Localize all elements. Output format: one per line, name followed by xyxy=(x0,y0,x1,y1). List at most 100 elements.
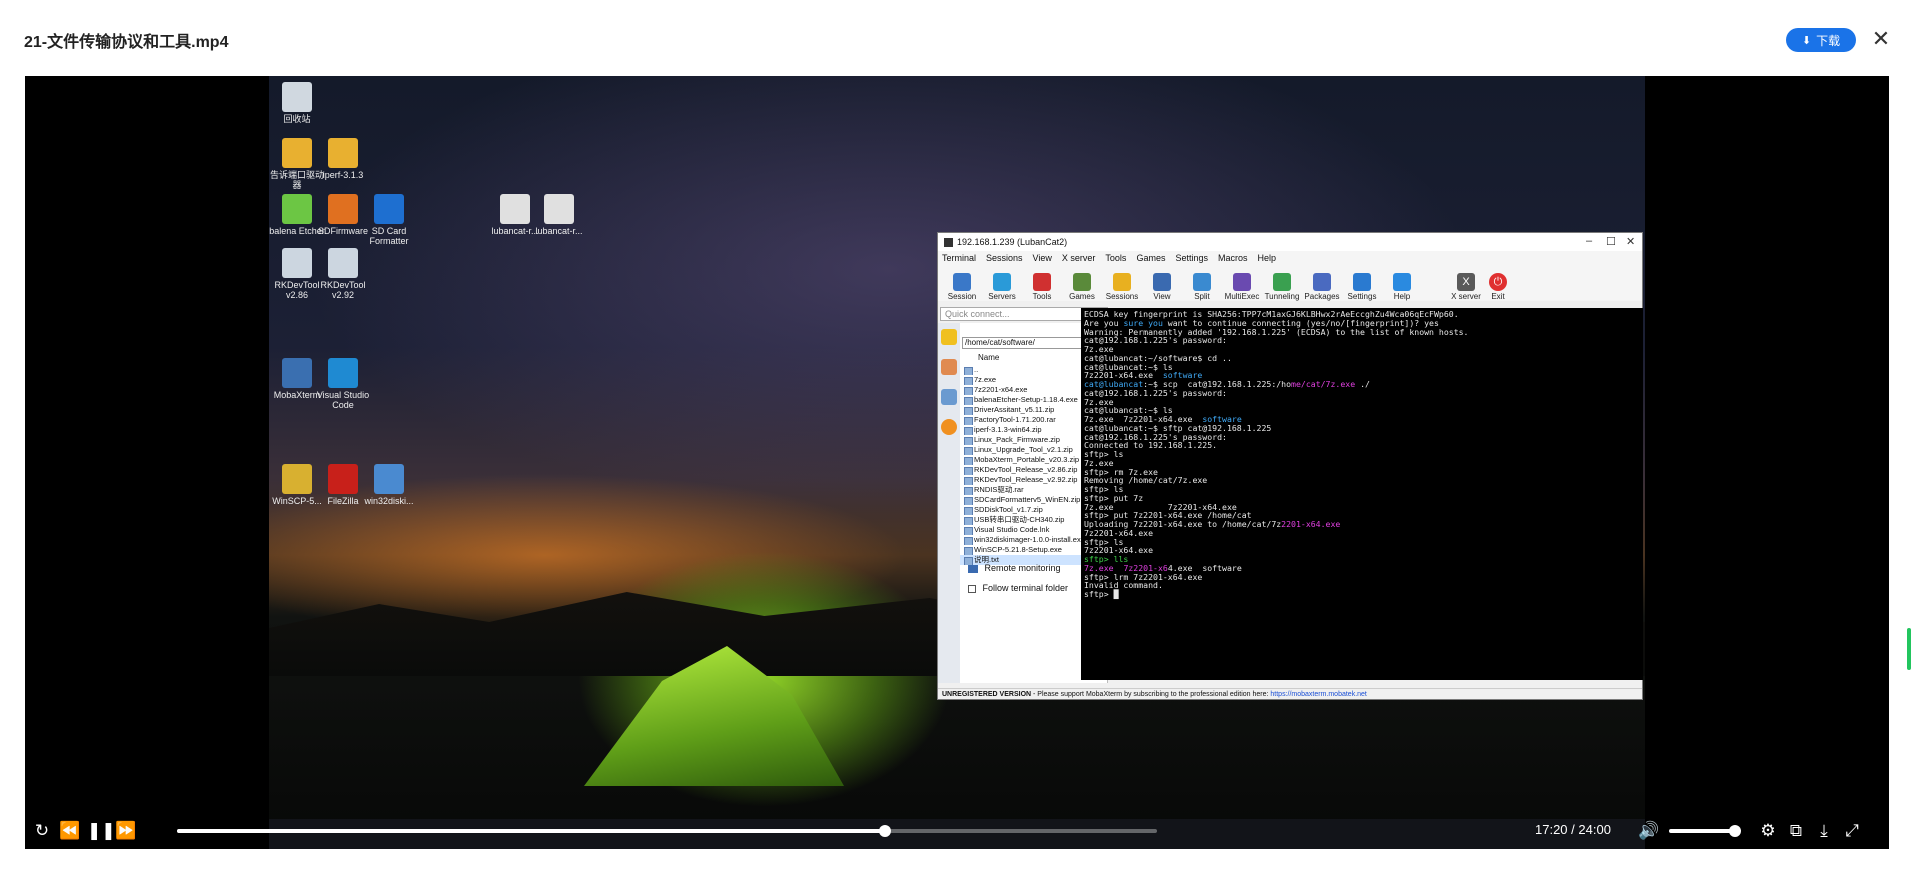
terminal-line: Removing /home/cat/7z.exe xyxy=(1084,475,1208,486)
terminal-line: sftp> ls xyxy=(1084,484,1124,494)
terminal-line: sftp> █ xyxy=(1084,589,1119,599)
toolbar-label: Split xyxy=(1194,292,1210,301)
toolbar-icon xyxy=(993,273,1011,291)
menu-item[interactable]: Sessions xyxy=(986,253,1023,263)
close-icon[interactable]: ✕ xyxy=(1868,26,1894,52)
toolbar-button[interactable]: Sessions xyxy=(1102,273,1142,301)
toolbar-button[interactable]: MultiExec xyxy=(1222,273,1262,301)
rewind-icon[interactable]: ⏪ xyxy=(59,822,81,840)
desktop-app-icon xyxy=(328,138,358,168)
player-controls: ↻ ⏪ ❚❚ ⏩ 17:20 / 24:00 🔊 ⚙ ⧉ ⤓ ⤢ xyxy=(25,812,1889,849)
mobaxterm-window: 192.168.1.239 (LubanCat2) – ☐ ✕ Terminal… xyxy=(937,232,1643,700)
desktop-app-icon xyxy=(328,358,358,388)
menu-item[interactable]: Terminal xyxy=(942,253,976,263)
desktop-icon[interactable]: 回收站 xyxy=(269,82,325,124)
desktop-icon-label: SD Card Formatter xyxy=(369,226,409,246)
desktop-icon-label: 回收站 xyxy=(283,114,311,124)
terminal-line: sftp> ls xyxy=(1084,449,1124,459)
download-icon: ⬇ xyxy=(1801,34,1812,47)
toolbar-label: Sessions xyxy=(1105,292,1139,301)
volume-knob[interactable] xyxy=(1729,825,1741,837)
terminal-cursor: █ xyxy=(1113,589,1119,599)
menu-item[interactable]: X server xyxy=(1062,253,1096,263)
toolbar-icon xyxy=(1113,273,1131,291)
remote-monitoring-button[interactable]: Remote monitoring xyxy=(968,563,1061,573)
desktop-icon[interactable]: iperf-3.1.3 xyxy=(315,138,371,180)
desktop-icon-label: Visual Studio Code xyxy=(316,390,370,410)
toolbar-icon xyxy=(1073,273,1091,291)
desktop-icon[interactable]: lubancat-r... xyxy=(531,194,587,236)
toolbar-button[interactable]: Settings xyxy=(1342,273,1382,301)
terminal-line: Invalid command. xyxy=(1084,580,1163,591)
terminal-line: 7z.exe xyxy=(1084,457,1114,468)
download-button[interactable]: ⬇ 下载 xyxy=(1786,28,1856,52)
status-link[interactable]: https://mobaxterm.mobatek.net xyxy=(1270,691,1367,698)
menu-item[interactable]: Games xyxy=(1136,253,1165,263)
follow-terminal-checkbox[interactable]: Follow terminal folder xyxy=(968,583,1068,593)
toolbar-label: Tunneling xyxy=(1264,292,1300,301)
toolbar-icon xyxy=(1153,273,1171,291)
toolbar-label: Help xyxy=(1393,292,1411,301)
viewer-header: 21-文件传输协议和工具.mp4 ⬇ 下载 ✕ xyxy=(0,0,1917,75)
menu-item[interactable]: Macros xyxy=(1218,253,1248,263)
toolbar-label: Games xyxy=(1069,292,1095,301)
menu-item[interactable]: Settings xyxy=(1175,253,1208,263)
page-scrollbar-thumb[interactable] xyxy=(1907,628,1911,670)
download-video-icon[interactable]: ⤓ xyxy=(1813,822,1835,840)
settings-gear-icon[interactable]: ⚙ xyxy=(1757,822,1779,840)
toolbar-icon xyxy=(1313,273,1331,291)
replay-icon[interactable]: ↻ xyxy=(31,822,53,840)
sftp-icon[interactable] xyxy=(941,419,957,435)
forward-icon[interactable]: ⏩ xyxy=(115,822,137,840)
volume-slider[interactable] xyxy=(1669,825,1741,837)
desktop-app-icon xyxy=(374,194,404,224)
toolbar-button[interactable]: Tunneling xyxy=(1262,273,1302,301)
time-display: 17:20 / 24:00 xyxy=(1535,822,1611,837)
desktop-app-icon xyxy=(282,358,312,388)
toolbar-button[interactable]: Tools xyxy=(1022,273,1062,301)
toolbar-button[interactable]: Split xyxy=(1182,273,1222,301)
progress-fill xyxy=(177,829,885,833)
pause-icon[interactable]: ❚❚ xyxy=(87,822,116,840)
sessions-star-icon[interactable] xyxy=(941,329,957,345)
toolbar-icon xyxy=(1033,273,1051,291)
window-close-icon[interactable]: ✕ xyxy=(1626,235,1635,248)
toolbar-button[interactable]: Packages xyxy=(1302,273,1342,301)
menu-item[interactable]: Tools xyxy=(1105,253,1126,263)
toolbar-button[interactable]: Games xyxy=(1062,273,1102,301)
minimize-icon[interactable]: – xyxy=(1586,235,1592,247)
terminal-line: sftp> ls xyxy=(1084,536,1124,547)
desktop-app-icon xyxy=(374,464,404,494)
maximize-icon[interactable]: ☐ xyxy=(1606,235,1616,248)
desktop-icon-label: iperf-3.1.3 xyxy=(322,170,364,180)
terminal-line: cat@192.168.1.225's password: xyxy=(1084,335,1227,346)
terminal-line: sftp> lrm 7z2201-x64.exe xyxy=(1084,571,1203,582)
terminal-line: Uploading 7z2201-x64.exe to /home/cat/7z… xyxy=(1084,519,1341,529)
toolbar-button[interactable]: Servers xyxy=(982,273,1022,301)
desktop-icon[interactable]: SD Card Formatter xyxy=(361,194,417,246)
desktop-app-icon xyxy=(282,194,312,224)
checkbox-box[interactable] xyxy=(968,584,976,593)
popout-icon[interactable]: ⧉ xyxy=(1785,822,1807,840)
progress-knob[interactable] xyxy=(878,825,891,837)
video-title: 21-文件传输协议和工具.mp4 xyxy=(24,34,229,51)
toolbar-icon xyxy=(1273,273,1291,291)
tools-icon[interactable] xyxy=(941,359,957,375)
desktop-icon[interactable]: win32diski... xyxy=(361,464,417,506)
toolbar-button[interactable]: Session xyxy=(942,273,982,301)
menu-item[interactable]: Help xyxy=(1258,253,1277,263)
video-player[interactable]: 回收站 告诉端口驱动器 iperf-3.1.3 balena Etcher SDFirm… xyxy=(25,76,1889,849)
toolbar-button[interactable]: Help xyxy=(1382,273,1422,301)
moba-menubar: Terminal Sessions View X server Tools Games Se… xyxy=(938,251,1642,265)
desktop-icon[interactable]: Visual Studio Code xyxy=(315,358,371,410)
volume-icon[interactable]: 🔊 xyxy=(1638,822,1660,840)
terminal-output[interactable]: ECDSA key fingerprint is SHA256:TPP7cM1a… xyxy=(1081,308,1643,680)
progress-bar[interactable] xyxy=(177,825,1157,837)
toolbar-exit[interactable]: ⏻ Exit xyxy=(1478,273,1518,301)
toolbar-button[interactable]: View xyxy=(1142,273,1182,301)
menu-item[interactable]: View xyxy=(1033,253,1052,263)
fullscreen-icon[interactable]: ⤢ xyxy=(1841,822,1863,840)
toolbar-label: Session xyxy=(947,292,977,301)
desktop-icon[interactable]: RKDevTool v2.92 xyxy=(315,248,371,300)
macros-icon[interactable] xyxy=(941,389,957,405)
